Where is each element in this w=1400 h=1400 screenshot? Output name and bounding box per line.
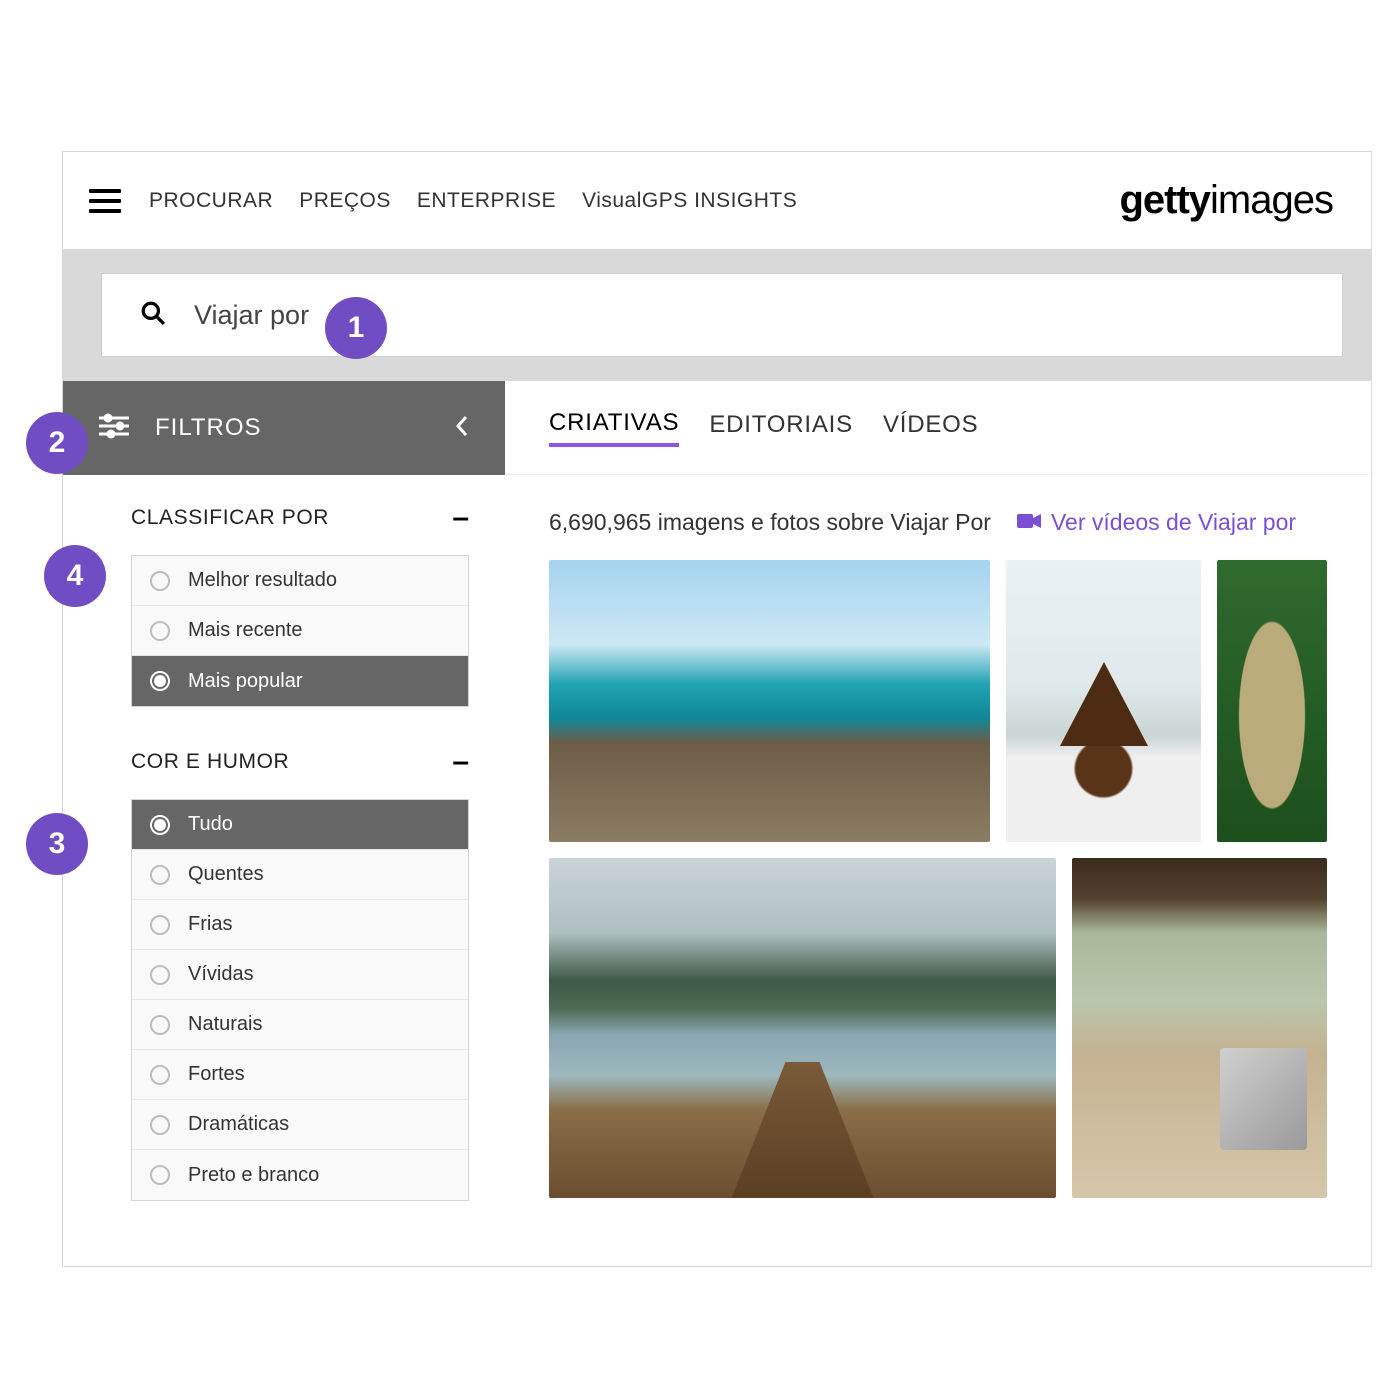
search-bar-container — [63, 249, 1371, 381]
option-label: Melhor resultado — [188, 569, 337, 592]
color-option-all[interactable]: Tudo — [132, 800, 468, 850]
tab-creative[interactable]: CRIATIVAS — [549, 409, 679, 447]
sort-option-best[interactable]: Melhor resultado — [132, 556, 468, 606]
option-label: Quentes — [188, 863, 264, 886]
collapse-icon[interactable]: – — [452, 503, 469, 533]
radio-icon — [150, 1065, 170, 1085]
nav-link-precos[interactable]: PREÇOS — [299, 189, 391, 213]
color-option-natural[interactable]: Naturais — [132, 1000, 468, 1050]
collapse-icon[interactable]: – — [452, 747, 469, 777]
option-label: Tudo — [188, 813, 233, 836]
search-bar — [101, 273, 1343, 357]
hamburger-menu-icon[interactable] — [89, 189, 121, 213]
logo-bold: getty — [1119, 178, 1210, 222]
section-title-color: COR E HUMOR — [131, 750, 289, 774]
nav-link-procurar[interactable]: PROCURAR — [149, 189, 273, 213]
tutorial-badge-2: 2 — [26, 412, 88, 474]
image-gallery — [505, 560, 1371, 1198]
tutorial-badge-4: 4 — [44, 545, 106, 607]
result-thumb[interactable] — [1217, 560, 1327, 842]
section-title-sort: CLASSIFICAR POR — [131, 506, 329, 530]
content-tabs: CRIATIVAS EDITORIAIS VÍDEOS — [505, 381, 1371, 475]
nav-link-visualgps[interactable]: VisualGPS INSIGHTS — [582, 189, 797, 213]
video-camera-icon — [1017, 509, 1041, 536]
option-label: Preto e branco — [188, 1164, 319, 1187]
option-label: Mais recente — [188, 619, 303, 642]
radio-icon — [150, 1015, 170, 1035]
color-option-vivid[interactable]: Vívidas — [132, 950, 468, 1000]
radio-icon — [150, 571, 170, 591]
result-thumb[interactable] — [549, 858, 1056, 1198]
results-main: CRIATIVAS EDITORIAIS VÍDEOS 6,690,965 im… — [505, 381, 1371, 1266]
result-thumb[interactable] — [1072, 858, 1327, 1198]
search-icon[interactable] — [140, 300, 166, 331]
radio-icon — [150, 815, 170, 835]
radio-icon — [150, 965, 170, 985]
filters-sidebar: FILTROS CLASSIFICAR POR – Melhor resulta… — [63, 381, 505, 1266]
results-header: 6,690,965 imagens e fotos sobre Viajar P… — [505, 475, 1371, 560]
tab-editorial[interactable]: EDITORIAIS — [709, 411, 853, 445]
sort-option-list: Melhor resultado Mais recente Mais popul… — [131, 555, 469, 707]
color-option-warm[interactable]: Quentes — [132, 850, 468, 900]
see-videos-link[interactable]: Ver vídeos de Viajar por — [1017, 509, 1296, 536]
radio-icon — [150, 865, 170, 885]
brand-logo[interactable]: gettyimages — [1119, 178, 1333, 223]
option-label: Fortes — [188, 1063, 245, 1086]
radio-icon — [150, 1165, 170, 1185]
result-thumb[interactable] — [549, 560, 990, 842]
logo-thin: images — [1210, 178, 1333, 222]
color-option-list: Tudo Quentes Frias Vívidas Naturais Fort… — [131, 799, 469, 1201]
nav-link-enterprise[interactable]: ENTERPRISE — [417, 189, 556, 213]
results-count: 6,690,965 imagens e fotos sobre Viajar P… — [549, 509, 991, 536]
option-label: Frias — [188, 913, 232, 936]
radio-icon — [150, 1115, 170, 1135]
radio-icon — [150, 621, 170, 641]
sliders-icon — [99, 413, 129, 444]
sort-option-popular[interactable]: Mais popular — [132, 656, 468, 706]
radio-icon — [150, 915, 170, 935]
option-label: Mais popular — [188, 670, 303, 693]
color-option-bold[interactable]: Fortes — [132, 1050, 468, 1100]
color-option-dramatic[interactable]: Dramáticas — [132, 1100, 468, 1150]
video-link-label: Ver vídeos de Viajar por — [1051, 509, 1296, 536]
option-label: Vívidas — [188, 963, 254, 986]
filters-title: FILTROS — [155, 414, 262, 442]
tutorial-badge-3: 3 — [26, 813, 88, 875]
filter-section-color: COR E HUMOR – Tudo Quentes Frias Vívidas… — [63, 719, 505, 1213]
sort-option-newest[interactable]: Mais recente — [132, 606, 468, 656]
chevron-left-icon[interactable] — [455, 415, 469, 442]
color-option-cool[interactable]: Frias — [132, 900, 468, 950]
result-thumb[interactable] — [1006, 560, 1201, 842]
primary-nav: PROCURAR PREÇOS ENTERPRISE VisualGPS INS… — [149, 189, 797, 213]
radio-icon — [150, 671, 170, 691]
option-label: Dramáticas — [188, 1113, 289, 1136]
top-header: PROCURAR PREÇOS ENTERPRISE VisualGPS INS… — [63, 152, 1371, 249]
tab-videos[interactable]: VÍDEOS — [883, 411, 979, 445]
tutorial-badge-1: 1 — [325, 297, 387, 359]
option-label: Naturais — [188, 1013, 262, 1036]
filters-header[interactable]: FILTROS — [63, 381, 505, 475]
app-window: PROCURAR PREÇOS ENTERPRISE VisualGPS INS… — [62, 151, 1372, 1267]
color-option-bw[interactable]: Preto e branco — [132, 1150, 468, 1200]
filter-section-sort: CLASSIFICAR POR – Melhor resultado Mais … — [63, 475, 505, 719]
